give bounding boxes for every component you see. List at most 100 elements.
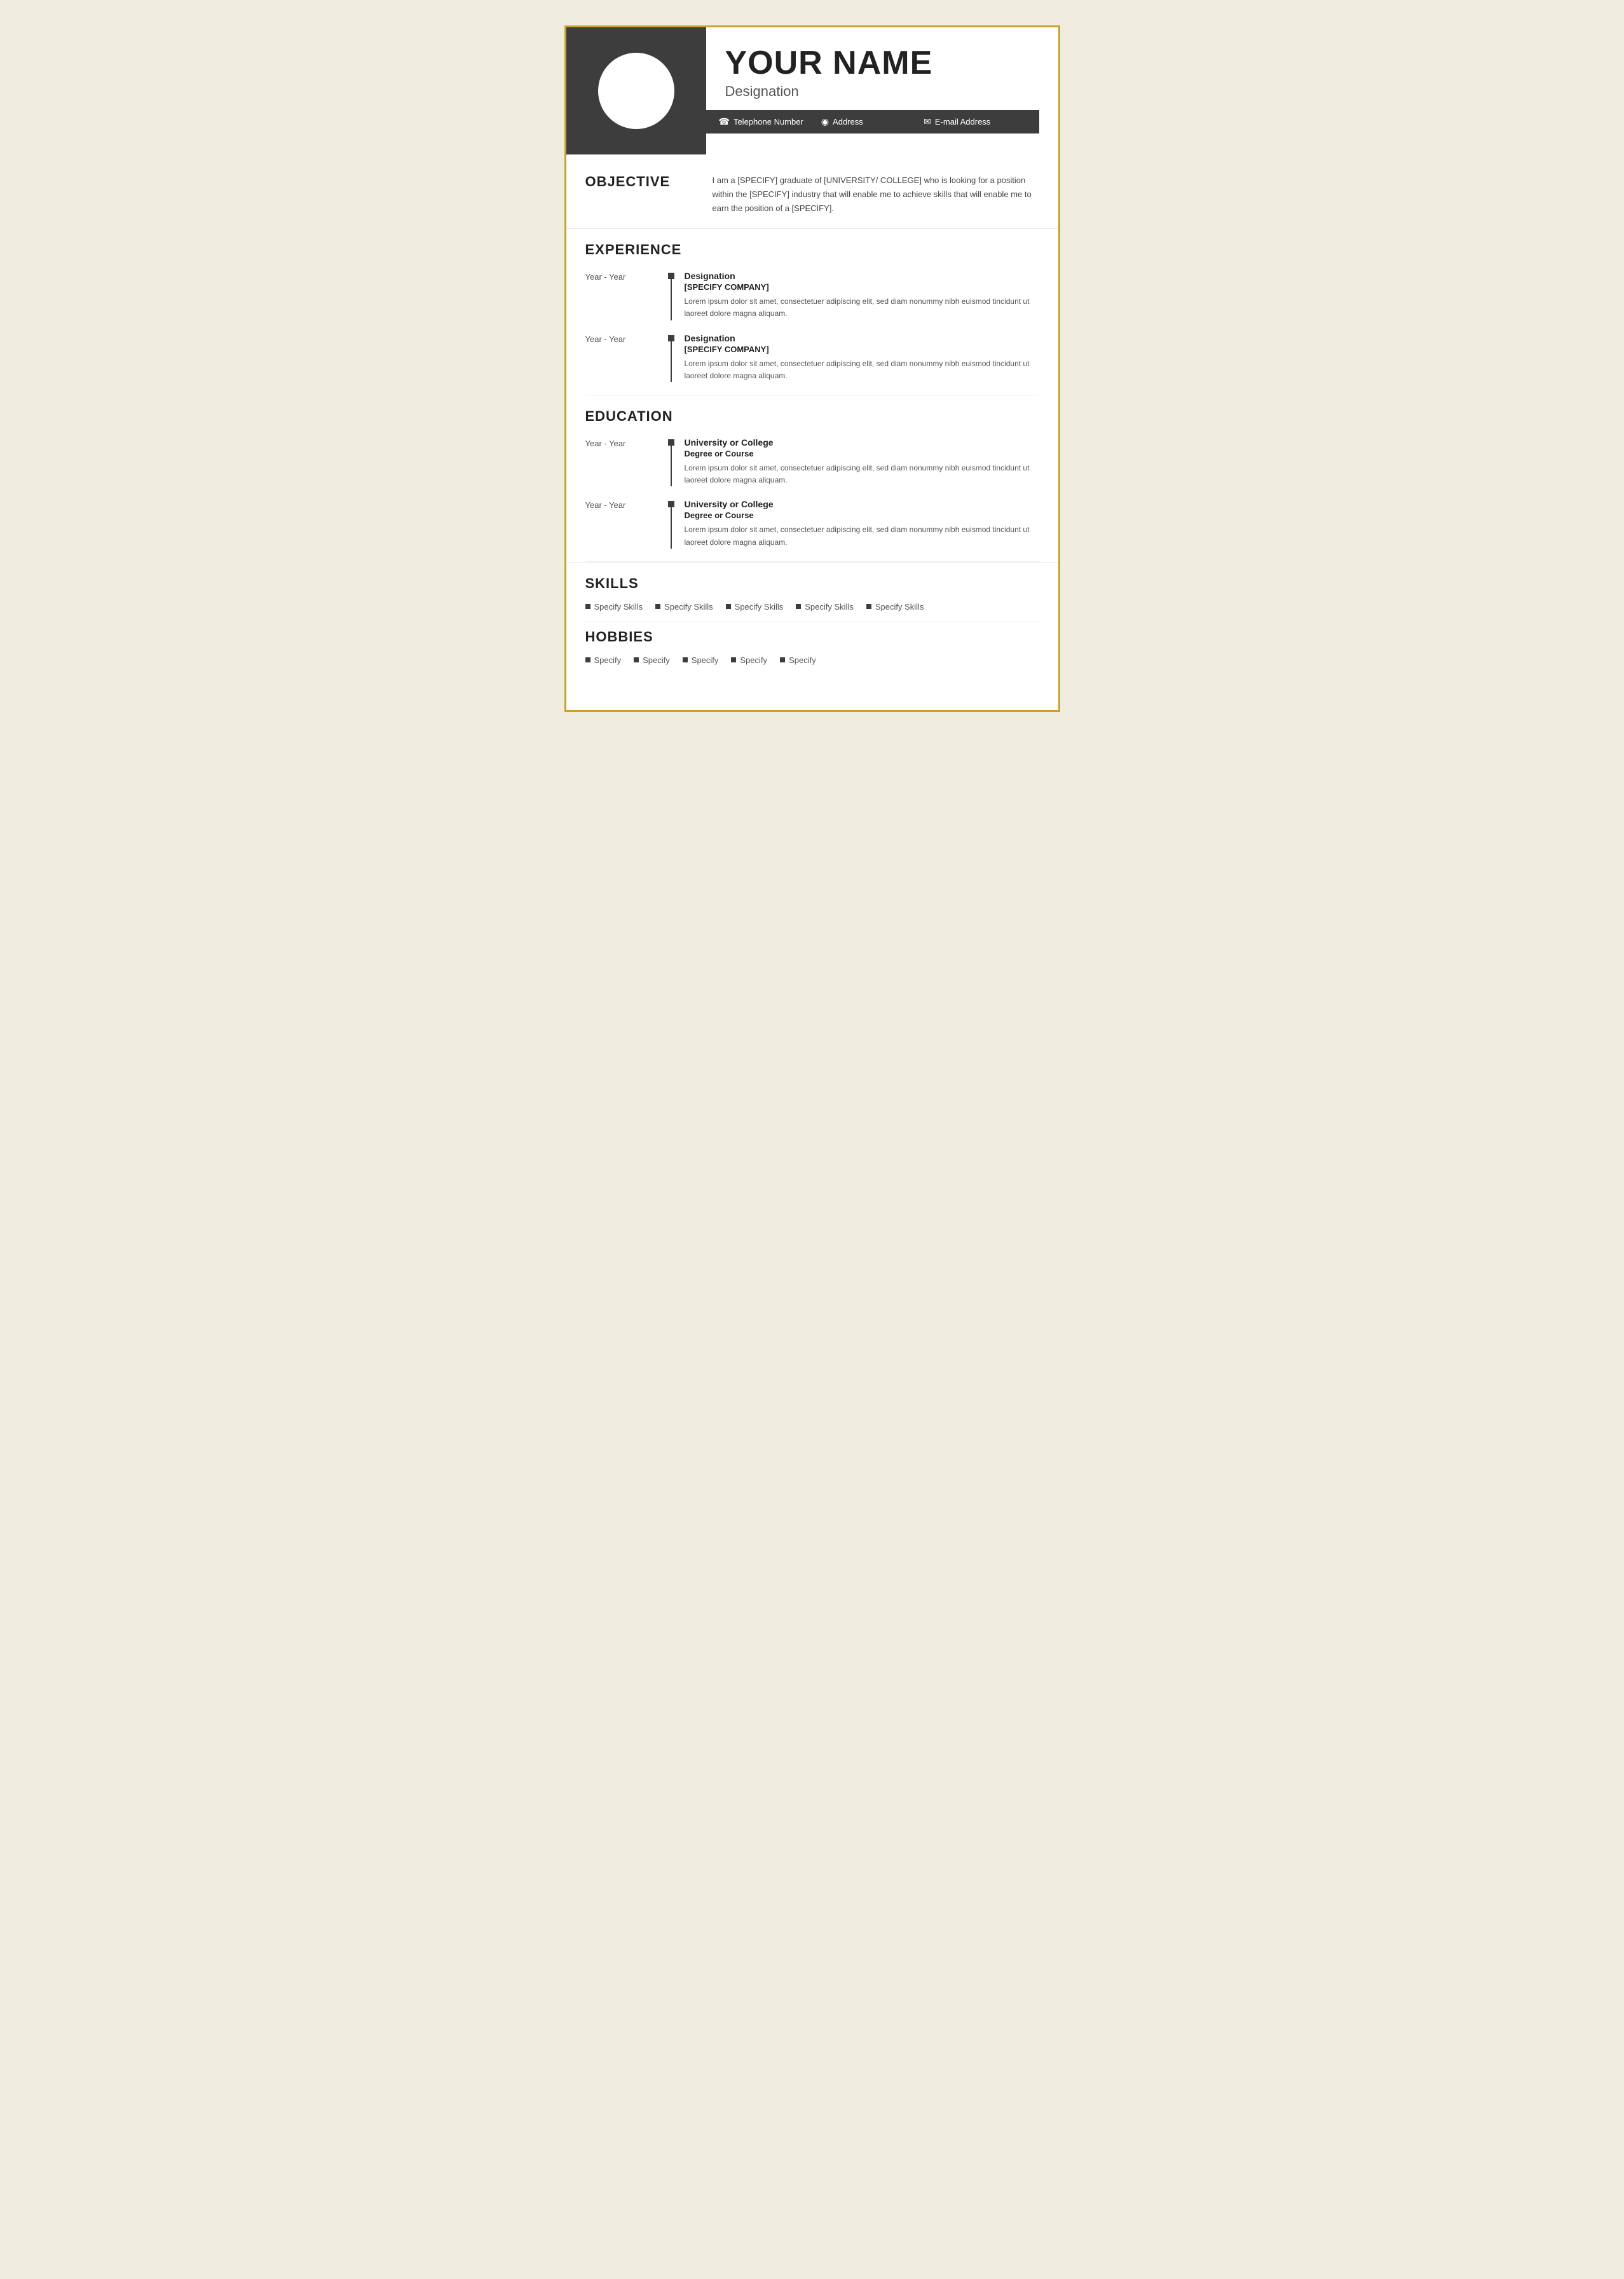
hobby-label-5: Specify: [789, 655, 816, 665]
edu-vline-2: [671, 507, 672, 548]
phone-text: Telephone Number: [734, 117, 803, 127]
edu-content-1: University or College Degree or Course L…: [685, 437, 1039, 486]
hobby-item-2: Specify: [634, 655, 670, 665]
hobbies-section: HOBBIES Specify Specify Specify Specify …: [566, 622, 1058, 688]
exp-desc-1: Lorem ipsum dolor sit amet, consectetuer…: [685, 296, 1039, 320]
hobby-bullet-4: [731, 657, 736, 662]
objective-section: OBJECTIVE I am a [SPECIFY] graduate of […: [566, 154, 1058, 229]
edu-institution-2: University or College: [685, 499, 1039, 509]
objective-content: I am a [SPECIFY] graduate of [UNIVERSITY…: [706, 174, 1039, 216]
address-icon: ◉: [821, 116, 829, 127]
education-title: EDUCATION: [585, 408, 1039, 425]
email-icon: ✉: [924, 116, 931, 127]
skill-item-1: Specify Skills: [585, 602, 643, 612]
designation-heading: Designation: [725, 83, 1039, 100]
exp-year-2: Year - Year: [585, 333, 668, 382]
education-entry-2: Year - Year University or College Degree…: [585, 499, 1039, 548]
resume-document: YOUR NAME Designation ☎ Telephone Number…: [564, 25, 1060, 712]
edu-degree-2: Degree or Course: [685, 510, 1039, 520]
exp-company-2: [SPECIFY COMPANY]: [685, 345, 1039, 354]
skill-bullet-2: [655, 604, 660, 609]
hobby-bullet-2: [634, 657, 639, 662]
edu-dot-2: [668, 501, 674, 507]
skill-bullet-3: [726, 604, 731, 609]
exp-content-1: Designation [SPECIFY COMPANY] Lorem ipsu…: [685, 271, 1039, 320]
address-text: Address: [833, 117, 863, 127]
skill-bullet-4: [796, 604, 801, 609]
hobby-label-2: Specify: [643, 655, 670, 665]
exp-content-2: Designation [SPECIFY COMPANY] Lorem ipsu…: [685, 333, 1039, 382]
hobby-item-3: Specify: [683, 655, 719, 665]
edu-institution-1: University or College: [685, 437, 1039, 448]
experience-entry-2: Year - Year Designation [SPECIFY COMPANY…: [585, 333, 1039, 382]
experience-entries: Year - Year Designation [SPECIFY COMPANY…: [585, 271, 1039, 382]
skill-bullet-1: [585, 604, 590, 609]
contact-bar: ☎ Telephone Number ◉ Address ✉ E-mail Ad…: [706, 110, 1039, 133]
hobby-label-4: Specify: [740, 655, 767, 665]
exp-timeline-line-2: [668, 333, 674, 382]
skill-item-2: Specify Skills: [655, 602, 713, 612]
header-info: YOUR NAME Designation ☎ Telephone Number…: [706, 27, 1058, 154]
exp-title-2: Designation: [685, 333, 1039, 343]
hobby-bullet-3: [683, 657, 688, 662]
exp-title-1: Designation: [685, 271, 1039, 281]
edu-year-2: Year - Year: [585, 499, 668, 548]
edu-vline-1: [671, 446, 672, 486]
skill-bullet-5: [866, 604, 871, 609]
email-contact: ✉ E-mail Address: [924, 116, 1026, 127]
skills-title: SKILLS: [585, 575, 1039, 592]
edu-degree-1: Degree or Course: [685, 449, 1039, 458]
exp-desc-2: Lorem ipsum dolor sit amet, consectetuer…: [685, 358, 1039, 382]
phone-icon: ☎: [719, 116, 730, 127]
edu-dot-1: [668, 439, 674, 446]
hobby-label-1: Specify: [594, 655, 622, 665]
experience-title: EXPERIENCE: [585, 242, 1039, 258]
hobby-item-4: Specify: [731, 655, 767, 665]
experience-entry-1: Year - Year Designation [SPECIFY COMPANY…: [585, 271, 1039, 320]
skill-label-1: Specify Skills: [594, 602, 643, 612]
edu-desc-1: Lorem ipsum dolor sit amet, consectetuer…: [685, 462, 1039, 486]
photo-section: [566, 27, 706, 154]
skills-section: SKILLS Specify Skills Specify Skills Spe…: [566, 562, 1058, 622]
objective-title: OBJECTIVE: [585, 174, 706, 190]
experience-section: EXPERIENCE Year - Year Designation [SPEC…: [566, 229, 1058, 395]
name-heading: YOUR NAME: [725, 46, 1039, 79]
exp-dot-1: [668, 273, 674, 279]
skill-label-5: Specify Skills: [875, 602, 924, 612]
education-section: EDUCATION Year - Year University or Coll…: [566, 395, 1058, 561]
exp-timeline-line-1: [668, 271, 674, 320]
skill-label-4: Specify Skills: [805, 602, 854, 612]
objective-label-col: OBJECTIVE: [585, 174, 706, 216]
exp-dot-2: [668, 335, 674, 341]
hobbies-list: Specify Specify Specify Specify Specify: [585, 655, 1039, 669]
skill-label-2: Specify Skills: [664, 602, 713, 612]
hobby-bullet-5: [780, 657, 785, 662]
address-contact: ◉ Address: [821, 116, 924, 127]
hobby-item-5: Specify: [780, 655, 816, 665]
hobbies-title: HOBBIES: [585, 629, 1039, 645]
skill-item-3: Specify Skills: [726, 602, 784, 612]
phone-contact: ☎ Telephone Number: [719, 116, 821, 127]
exp-company-1: [SPECIFY COMPANY]: [685, 282, 1039, 292]
skill-item-4: Specify Skills: [796, 602, 854, 612]
edu-timeline-line-1: [668, 437, 674, 486]
edu-desc-2: Lorem ipsum dolor sit amet, consectetuer…: [685, 524, 1039, 548]
hobby-label-3: Specify: [692, 655, 719, 665]
exp-vline-1: [671, 279, 672, 320]
header-section: YOUR NAME Designation ☎ Telephone Number…: [566, 27, 1058, 154]
hobby-item-1: Specify: [585, 655, 622, 665]
edu-timeline-line-2: [668, 499, 674, 548]
profile-photo: [598, 53, 674, 129]
education-entries: Year - Year University or College Degree…: [585, 437, 1039, 549]
exp-vline-2: [671, 341, 672, 382]
skill-label-3: Specify Skills: [735, 602, 784, 612]
skill-item-5: Specify Skills: [866, 602, 924, 612]
exp-year-1: Year - Year: [585, 271, 668, 320]
objective-text: I am a [SPECIFY] graduate of [UNIVERSITY…: [713, 174, 1039, 216]
edu-year-1: Year - Year: [585, 437, 668, 486]
hobby-bullet-1: [585, 657, 590, 662]
edu-content-2: University or College Degree or Course L…: [685, 499, 1039, 548]
email-text: E-mail Address: [935, 117, 990, 127]
education-entry-1: Year - Year University or College Degree…: [585, 437, 1039, 486]
skills-list: Specify Skills Specify Skills Specify Sk…: [585, 602, 1039, 615]
